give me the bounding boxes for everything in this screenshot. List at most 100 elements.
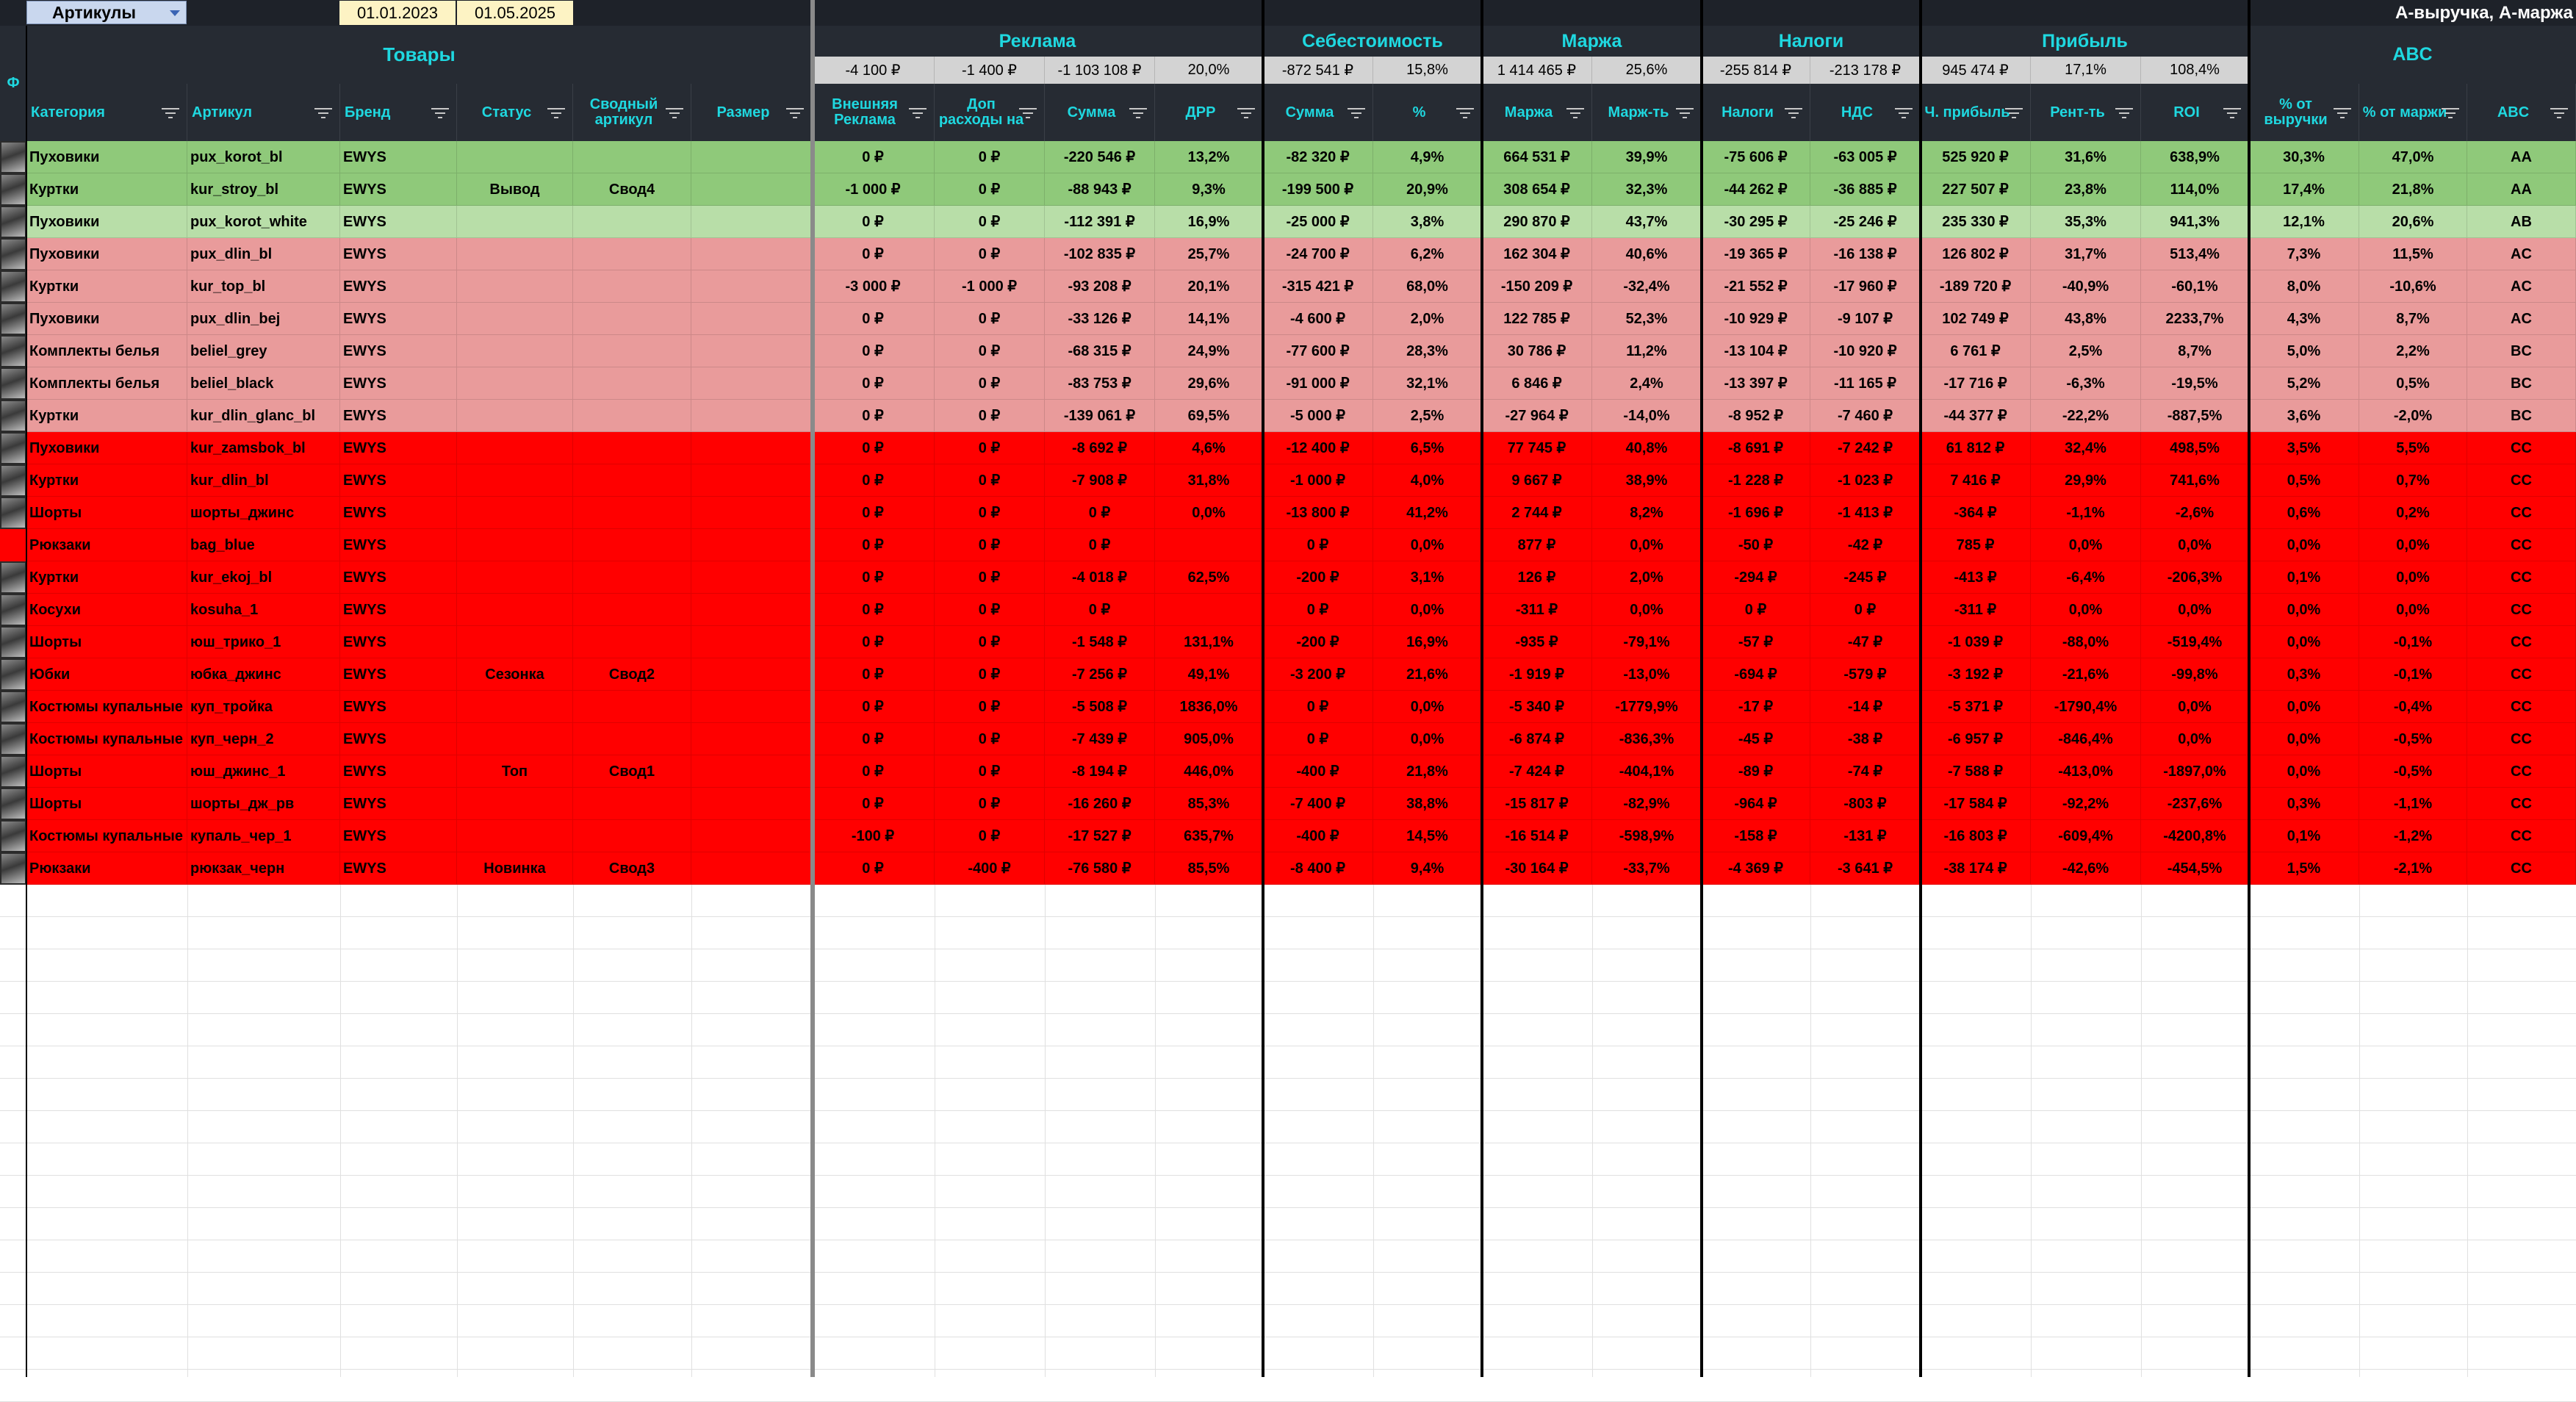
cell-external-ads[interactable]: 0 ₽ bbox=[812, 658, 935, 691]
cell-pct-margin[interactable]: 0,2% bbox=[2359, 497, 2467, 529]
cell-cost-sum[interactable]: -3 200 ₽ bbox=[1263, 658, 1373, 691]
filter-icon[interactable] bbox=[314, 108, 332, 118]
cell-size[interactable] bbox=[691, 691, 812, 723]
cell-net-profit[interactable]: -17 584 ₽ bbox=[1921, 788, 2031, 820]
cell-drr[interactable]: 31,8% bbox=[1155, 464, 1263, 497]
cell-pct-margin[interactable]: 11,5% bbox=[2359, 238, 2467, 270]
cell-pct-margin[interactable]: -2,1% bbox=[2359, 852, 2467, 885]
cell-drr[interactable]: 9,3% bbox=[1155, 173, 1263, 206]
cell-summary-sku[interactable] bbox=[573, 497, 691, 529]
cell-summary-sku[interactable] bbox=[573, 238, 691, 270]
column-header-cost-pct[interactable]: % bbox=[1373, 84, 1482, 141]
cell-category[interactable]: Костюмы купальные bbox=[26, 723, 187, 755]
cell-extra-costs[interactable]: 0 ₽ bbox=[935, 303, 1045, 335]
cell-ads-sum[interactable]: -112 391 ₽ bbox=[1045, 206, 1155, 238]
cell-size[interactable] bbox=[691, 464, 812, 497]
cell-drr[interactable] bbox=[1155, 594, 1263, 626]
cell-extra-costs[interactable]: 0 ₽ bbox=[935, 464, 1045, 497]
cell-category[interactable]: Пуховики bbox=[26, 432, 187, 464]
cell-external-ads[interactable]: 0 ₽ bbox=[812, 367, 935, 400]
cell-roi[interactable]: -887,5% bbox=[2141, 400, 2249, 432]
cell-sku[interactable]: kur_top_bl bbox=[187, 270, 340, 303]
cell-summary-sku[interactable]: Свод2 bbox=[573, 658, 691, 691]
cell-drr[interactable]: 905,0% bbox=[1155, 723, 1263, 755]
cell-abc[interactable]: CC bbox=[2467, 852, 2576, 885]
cell-net-profit[interactable]: 785 ₽ bbox=[1921, 529, 2031, 561]
cell-sku[interactable]: шорты_дж_рв bbox=[187, 788, 340, 820]
cell-summary-sku[interactable] bbox=[573, 367, 691, 400]
cell-pct-margin[interactable]: 0,5% bbox=[2359, 367, 2467, 400]
cell-ads-sum[interactable]: -220 546 ₽ bbox=[1045, 141, 1155, 173]
cell-ads-sum[interactable]: -68 315 ₽ bbox=[1045, 335, 1155, 367]
column-header-margin[interactable]: Маржа bbox=[1482, 84, 1592, 141]
column-header-sku[interactable]: Артикул bbox=[187, 84, 340, 141]
cell-pct-revenue[interactable]: 0,0% bbox=[2249, 691, 2359, 723]
column-header-cost-sum[interactable]: Сумма bbox=[1263, 84, 1373, 141]
filter-icon[interactable] bbox=[1676, 108, 1694, 118]
cell-margin[interactable]: 30 786 ₽ bbox=[1482, 335, 1592, 367]
table-row[interactable]: Куртки kur_top_bl EWYS -3 000 ₽ -1 000 ₽ -93 … bbox=[0, 270, 2576, 303]
table-row[interactable]: Куртки kur_dlin_glanc_bl EWYS 0 ₽0 ₽ -139 06… bbox=[0, 400, 2576, 432]
column-header-brand[interactable]: Бренд bbox=[340, 84, 457, 141]
cell-summary-sku[interactable] bbox=[573, 820, 691, 852]
cell-abc[interactable]: AB bbox=[2467, 206, 2576, 238]
cell-cost-pct[interactable]: 4,0% bbox=[1373, 464, 1482, 497]
cell-margin[interactable]: -7 424 ₽ bbox=[1482, 755, 1592, 788]
cell-net-profit[interactable]: 6 761 ₽ bbox=[1921, 335, 2031, 367]
cell-taxes[interactable]: -44 262 ₽ bbox=[1702, 173, 1810, 206]
cell-roi[interactable]: -206,3% bbox=[2141, 561, 2249, 594]
cell-status[interactable] bbox=[457, 723, 573, 755]
cell-margin[interactable]: 2 744 ₽ bbox=[1482, 497, 1592, 529]
cell-ads-sum[interactable]: -17 527 ₽ bbox=[1045, 820, 1155, 852]
cell-sku[interactable]: bag_blue bbox=[187, 529, 340, 561]
cell-cost-sum[interactable]: -91 000 ₽ bbox=[1263, 367, 1373, 400]
cell-net-profit[interactable]: -7 588 ₽ bbox=[1921, 755, 2031, 788]
table-row[interactable]: Юбки юбка_джинс EWYS Сезонка Свод2 0 ₽0 ₽ -7 2… bbox=[0, 658, 2576, 691]
cell-summary-sku[interactable] bbox=[573, 464, 691, 497]
cell-ads-sum[interactable]: -102 835 ₽ bbox=[1045, 238, 1155, 270]
cell-sku[interactable]: beliel_black bbox=[187, 367, 340, 400]
cell-brand[interactable]: EWYS bbox=[340, 464, 457, 497]
cell-extra-costs[interactable]: 0 ₽ bbox=[935, 626, 1045, 658]
table-row[interactable]: Шорты юш_джинс_1 EWYS Топ Свод1 0 ₽0 ₽ -8 194 … bbox=[0, 755, 2576, 788]
cell-abc[interactable]: CC bbox=[2467, 658, 2576, 691]
cell-profitability[interactable]: 0,0% bbox=[2031, 529, 2141, 561]
filter-side-column[interactable]: Ф bbox=[0, 26, 26, 141]
cell-cost-pct[interactable]: 16,9% bbox=[1373, 626, 1482, 658]
cell-margin[interactable]: -16 514 ₽ bbox=[1482, 820, 1592, 852]
column-header-vat[interactable]: НДС bbox=[1810, 84, 1921, 141]
cell-external-ads[interactable]: 0 ₽ bbox=[812, 852, 935, 885]
cell-abc[interactable]: CC bbox=[2467, 594, 2576, 626]
cell-size[interactable] bbox=[691, 658, 812, 691]
cell-profitability[interactable]: 31,7% bbox=[2031, 238, 2141, 270]
column-header-external-ads[interactable]: Внешняя Реклама bbox=[812, 84, 935, 141]
cell-pct-revenue[interactable]: 0,0% bbox=[2249, 529, 2359, 561]
cell-category[interactable]: Куртки bbox=[26, 561, 187, 594]
cell-ads-sum[interactable]: 0 ₽ bbox=[1045, 594, 1155, 626]
filter-icon[interactable] bbox=[1019, 108, 1037, 118]
cell-margin-pct[interactable]: -32,4% bbox=[1592, 270, 1702, 303]
cell-drr[interactable]: 4,6% bbox=[1155, 432, 1263, 464]
cell-margin[interactable]: -30 164 ₽ bbox=[1482, 852, 1592, 885]
cell-profitability[interactable]: -40,9% bbox=[2031, 270, 2141, 303]
cell-cost-sum[interactable]: -200 ₽ bbox=[1263, 626, 1373, 658]
cell-external-ads[interactable]: 0 ₽ bbox=[812, 497, 935, 529]
cell-cost-sum[interactable]: 0 ₽ bbox=[1263, 723, 1373, 755]
cell-summary-sku[interactable] bbox=[573, 529, 691, 561]
cell-profitability[interactable]: 43,8% bbox=[2031, 303, 2141, 335]
cell-size[interactable] bbox=[691, 561, 812, 594]
cell-brand[interactable]: EWYS bbox=[340, 594, 457, 626]
cell-taxes[interactable]: -8 691 ₽ bbox=[1702, 432, 1810, 464]
table-row[interactable]: Куртки kur_dlin_bl EWYS 0 ₽0 ₽ -7 908 ₽31,8%… bbox=[0, 464, 2576, 497]
cell-status[interactable]: Вывод bbox=[457, 173, 573, 206]
cell-sku[interactable]: kur_ekoj_bl bbox=[187, 561, 340, 594]
column-header-pct-revenue[interactable]: % от выручки bbox=[2249, 84, 2359, 141]
cell-taxes[interactable]: -19 365 ₽ bbox=[1702, 238, 1810, 270]
cell-brand[interactable]: EWYS bbox=[340, 400, 457, 432]
cell-brand[interactable]: EWYS bbox=[340, 270, 457, 303]
cell-category[interactable]: Куртки bbox=[26, 270, 187, 303]
cell-external-ads[interactable]: 0 ₽ bbox=[812, 594, 935, 626]
cell-sku[interactable]: pux_dlin_bej bbox=[187, 303, 340, 335]
table-row[interactable]: Костюмы купальные куп_тройка EWYS 0 ₽0 ₽ -5 … bbox=[0, 691, 2576, 723]
empty-grid-row[interactable] bbox=[0, 1079, 2576, 1111]
